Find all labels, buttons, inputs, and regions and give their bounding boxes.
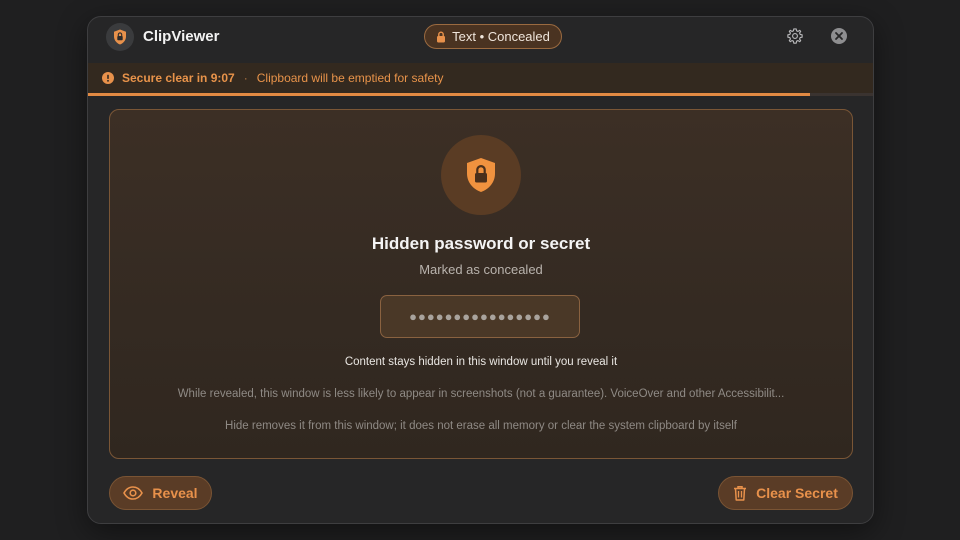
trash-icon	[734, 486, 747, 501]
reveal-button[interactable]: Reveal	[109, 476, 212, 510]
clear-progress-fill	[88, 93, 811, 96]
card-subtitle: Marked as concealed	[419, 262, 543, 277]
clear-secret-button[interactable]: Clear Secret	[718, 476, 853, 510]
settings-button[interactable]	[785, 26, 805, 46]
screenshot-note: While revealed, this window is less like…	[177, 388, 785, 400]
exclamation-icon	[102, 72, 114, 84]
card-title: Hidden password or secret	[371, 234, 591, 253]
app-title: ClipViewer	[143, 28, 220, 45]
close-button[interactable]	[829, 26, 849, 46]
clear-secret-label: Clear Secret	[756, 485, 838, 501]
app-shield-icon	[106, 23, 134, 51]
clear-progress-track	[88, 93, 873, 96]
lock-icon	[437, 31, 446, 42]
title-bar: ClipViewer Text • Concealed	[88, 17, 873, 63]
masked-secret-field: ●●●●●●●●●●●●●●●●	[380, 295, 580, 338]
reveal-label: Reveal	[152, 485, 198, 501]
shield-lock-icon	[467, 158, 495, 192]
concealed-content-card: Hidden password or secret Marked as conc…	[109, 109, 853, 459]
close-icon	[831, 28, 847, 44]
hide-note: Hide removes it from this window; it doe…	[225, 420, 737, 432]
eye-icon	[123, 486, 144, 500]
banner-message: Clipboard will be emptied for safety	[256, 71, 444, 85]
banner-separator: ·	[243, 71, 248, 85]
reveal-hint: Content stays hidden in this window unti…	[344, 356, 618, 368]
countdown-label: Secure clear in 9:07	[122, 71, 235, 85]
content-type-pill[interactable]: Text • Concealed	[424, 24, 562, 49]
secure-clear-banner: Secure clear in 9:07 · Clipboard will be…	[88, 63, 873, 93]
gear-icon	[787, 28, 803, 44]
card-shield-badge	[441, 135, 521, 215]
clipviewer-window: ClipViewer Text • Concealed Secure clear…	[87, 16, 874, 524]
content-type-label: Text • Concealed	[452, 29, 550, 44]
